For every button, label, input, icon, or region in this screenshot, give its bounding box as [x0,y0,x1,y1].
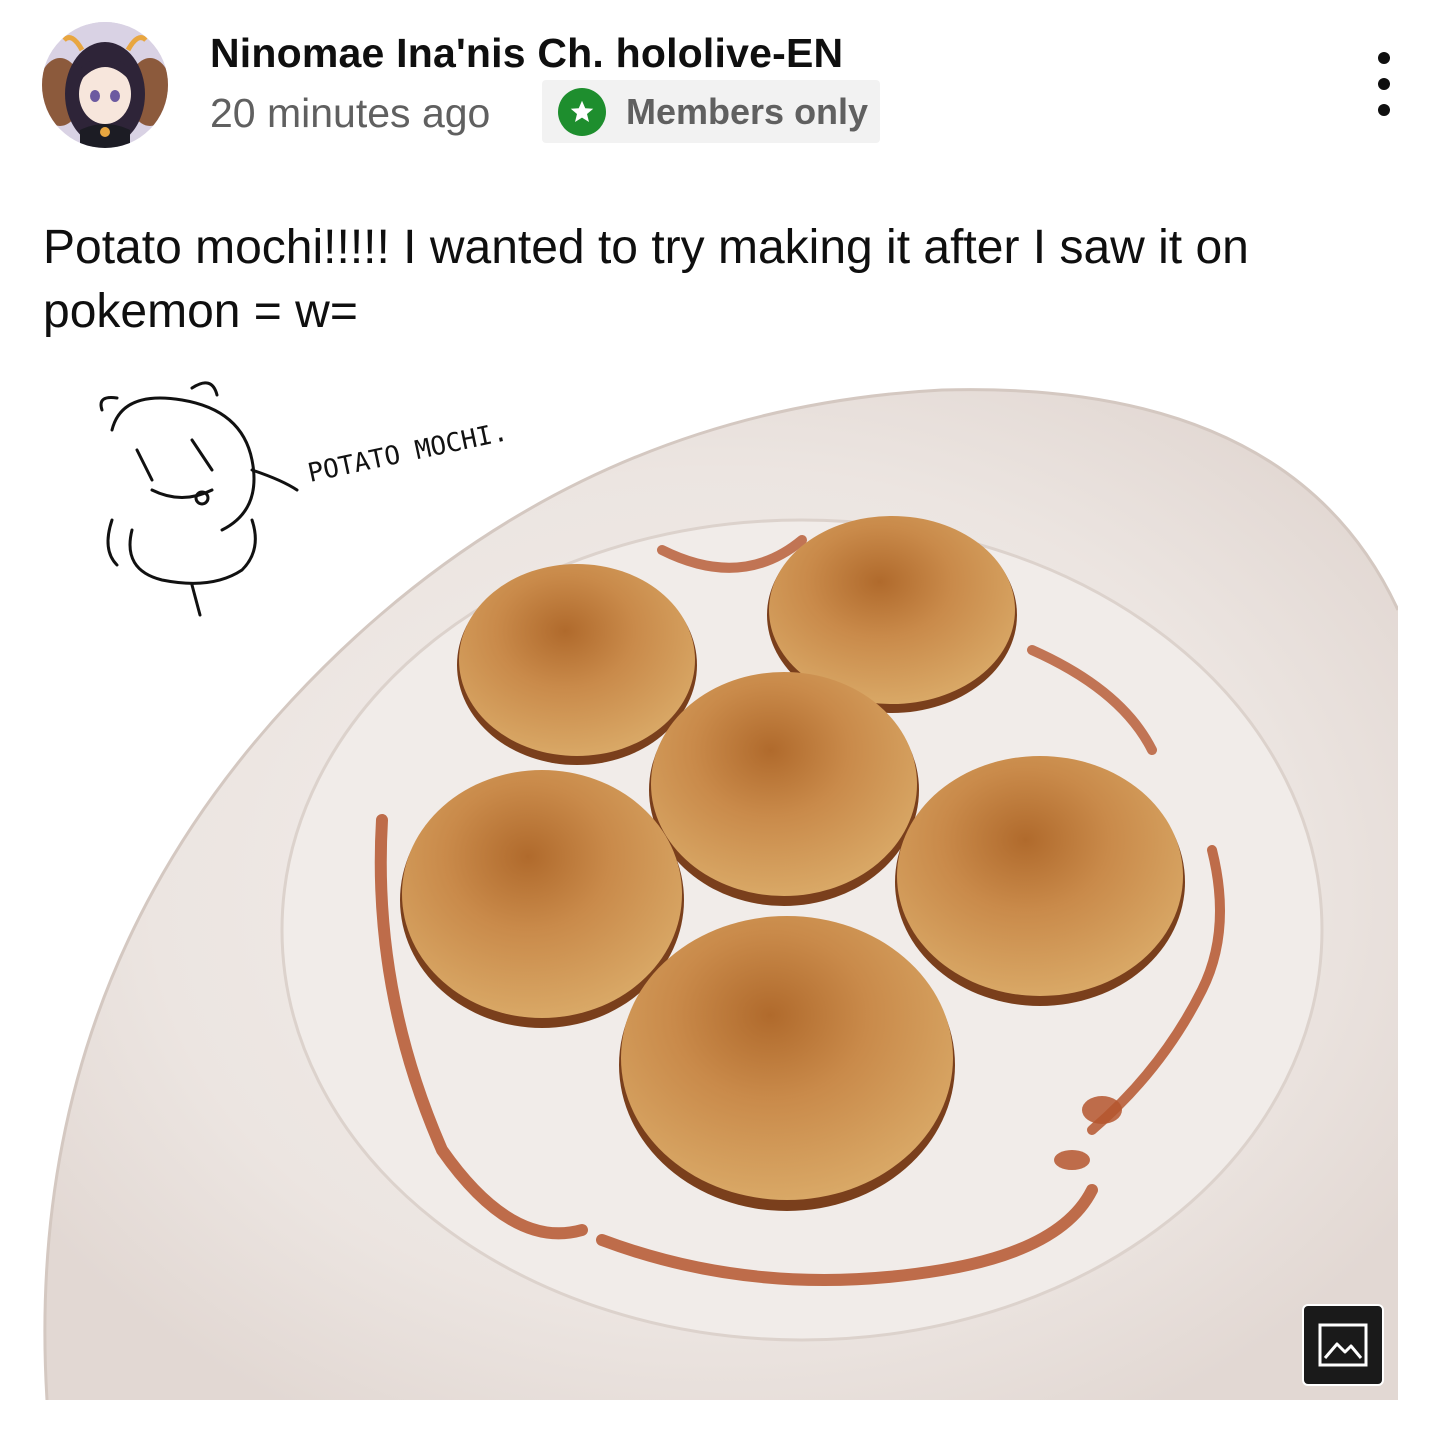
avatar-illustration [42,22,168,148]
members-only-label: Members only [626,90,869,132]
image-icon [1318,1323,1368,1367]
three-dots-vertical-icon [1378,52,1390,64]
potato-mochi-photo: POTATO MOCHI. [43,381,1398,1400]
post-timestamp[interactable]: 20 minutes ago [210,90,490,137]
channel-avatar[interactable] [42,22,168,148]
members-only-badge: Members only [542,80,880,143]
star-icon [558,87,606,136]
view-image-button[interactable] [1302,1304,1384,1386]
channel-name[interactable]: Ninomae Ina'nis Ch. hololive-EN [210,30,843,77]
more-options-button[interactable] [1358,48,1410,120]
post-text: Potato mochi!!!!! I wanted to try making… [43,221,1249,338]
ina-doodle-sketch [99,381,299,617]
post-image[interactable]: POTATO MOCHI. [42,370,1398,1400]
sketch-caption: POTATO MOCHI. [305,417,510,489]
